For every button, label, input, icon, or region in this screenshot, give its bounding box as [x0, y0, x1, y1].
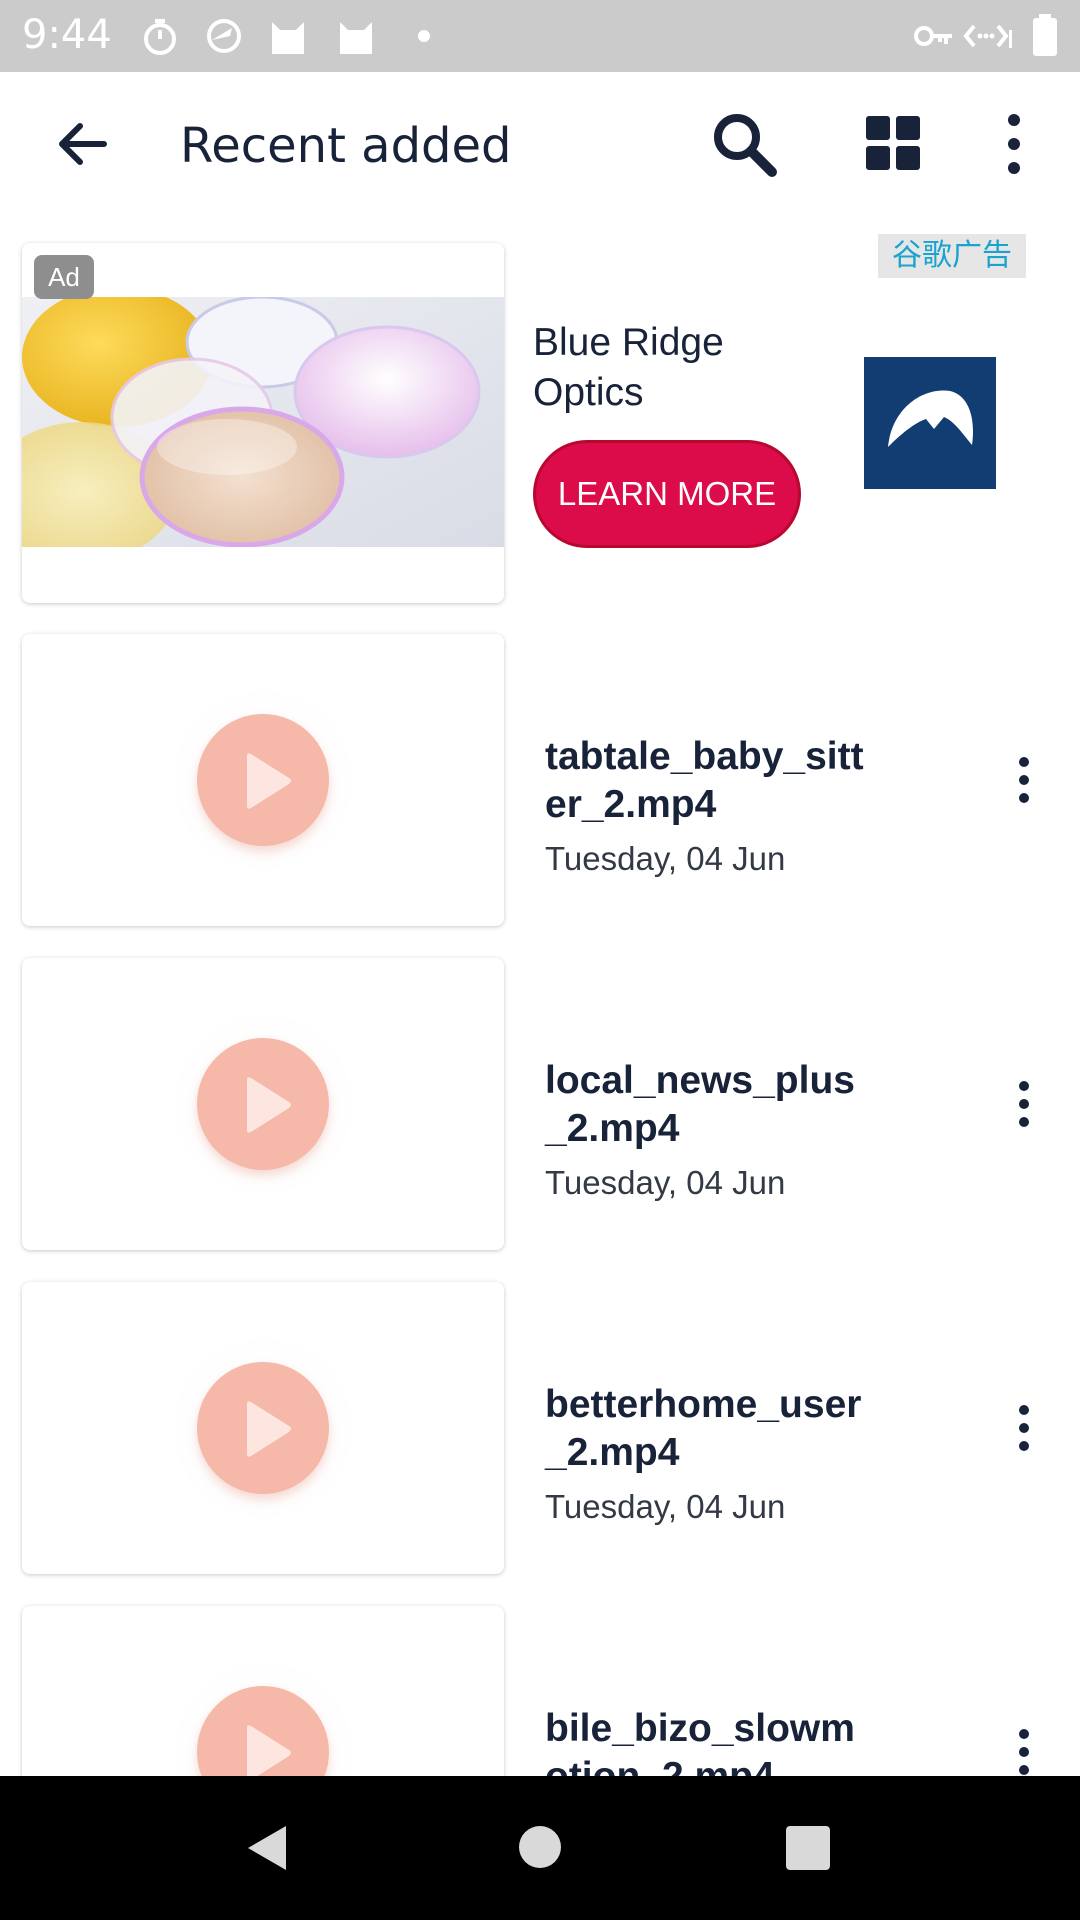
play-icon[interactable]: [197, 1038, 329, 1170]
video-file-name[interactable]: betterhome_user_2.mp4: [545, 1381, 865, 1477]
page-title: Recent added: [180, 118, 512, 174]
battery-icon: [1030, 14, 1060, 58]
cat-icon: [266, 14, 310, 58]
ad-logo[interactable]: [864, 357, 996, 489]
video-date: Tuesday, 04 Jun: [545, 1488, 786, 1525]
vpn-key-icon: [912, 14, 956, 58]
ad-image[interactable]: [22, 287, 504, 562]
data-transfer-icon: [962, 14, 1014, 58]
dot-icon: [402, 14, 446, 58]
play-icon[interactable]: [197, 1362, 329, 1494]
nav-recents-icon[interactable]: [785, 1825, 831, 1876]
ad-card[interactable]: Ad: [22, 243, 504, 603]
search-icon[interactable]: [710, 110, 780, 180]
grid-view-icon[interactable]: [862, 112, 926, 176]
sync-icon: [202, 14, 246, 58]
status-bar: 9:44: [0, 0, 1080, 72]
video-file-name[interactable]: local_news_plus_2.mp4: [545, 1057, 865, 1153]
video-date: Tuesday, 04 Jun: [545, 1164, 786, 1201]
more-vertical-icon[interactable]: [1000, 748, 1048, 812]
ad-headline[interactable]: Blue Ridge Optics: [533, 318, 833, 418]
video-thumbnail[interactable]: [22, 634, 504, 926]
ad-badge: Ad: [34, 255, 94, 299]
video-thumbnail[interactable]: [22, 1282, 504, 1574]
nav-home-icon[interactable]: [517, 1824, 563, 1875]
learn-more-button[interactable]: LEARN MORE: [533, 440, 801, 548]
more-vertical-icon[interactable]: [1000, 1072, 1048, 1136]
status-time: 9:44: [22, 12, 112, 58]
stopwatch-icon: [138, 14, 182, 58]
more-vertical-icon[interactable]: [1000, 1720, 1048, 1784]
more-vertical-icon[interactable]: [1000, 1396, 1048, 1460]
play-icon[interactable]: [197, 714, 329, 846]
app-bar: Recent added: [0, 72, 1080, 216]
video-file-name[interactable]: tabtale_baby_sitter_2.mp4: [545, 733, 865, 829]
ad-choices-label[interactable]: 谷歌广告: [878, 234, 1026, 278]
nav-back-icon[interactable]: [242, 1822, 290, 1879]
video-thumbnail[interactable]: [22, 958, 504, 1250]
navigation-bar: [0, 1776, 1080, 1920]
cat-icon: [334, 14, 378, 58]
arrow-left-icon[interactable]: [50, 112, 114, 176]
more-vertical-icon[interactable]: [984, 112, 1024, 176]
video-date: Tuesday, 04 Jun: [545, 840, 786, 877]
